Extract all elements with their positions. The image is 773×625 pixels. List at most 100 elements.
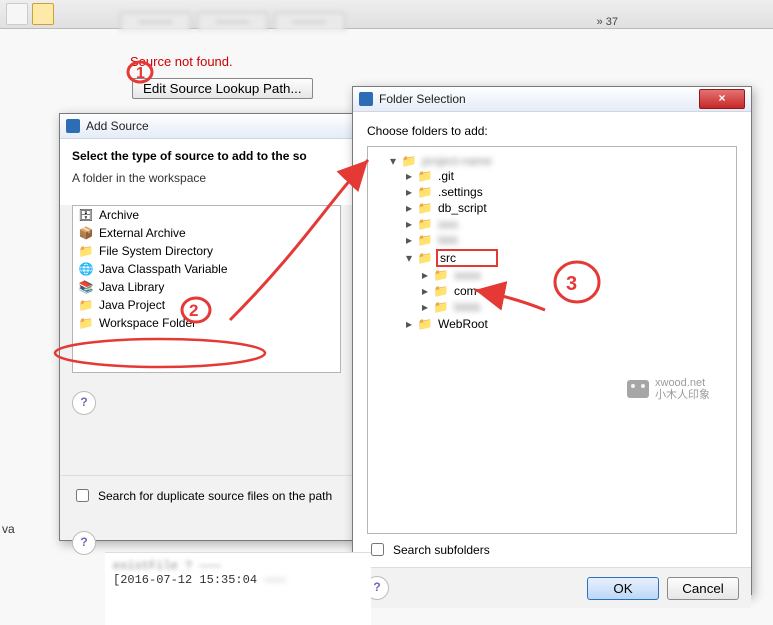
- help-icon[interactable]: ?: [72, 531, 96, 555]
- add-source-dialog: Add Source Select the type of source to …: [59, 113, 354, 541]
- list-item-java-classpath-variable[interactable]: Java Classpath Variable: [73, 260, 340, 278]
- collapse-icon[interactable]: ▾: [404, 251, 414, 265]
- tree-node[interactable]: ▸ db_script: [404, 201, 489, 215]
- tree-node-label: db_script: [436, 201, 489, 215]
- tree-node-label: src: [436, 249, 498, 267]
- help-icon[interactable]: ?: [72, 391, 96, 415]
- left-edge-label: va: [2, 522, 15, 536]
- top-toolbar: [0, 0, 773, 29]
- list-item-label: Workspace Folder: [99, 316, 196, 330]
- robot-icon: [627, 380, 649, 398]
- folder-icon: [79, 316, 93, 330]
- dialog-button-row: ? OK Cancel: [353, 567, 751, 608]
- tree-node[interactable]: ▸ .git: [404, 169, 456, 183]
- folder-icon: [418, 217, 432, 231]
- tree-node[interactable]: ▸ bbbb: [420, 300, 483, 314]
- folder-icon: [418, 185, 432, 199]
- console-line: [2016-07-12 15:35:04: [113, 573, 257, 587]
- folder-icon: [418, 169, 432, 183]
- expand-icon[interactable]: ▸: [420, 284, 430, 298]
- tree-node-label: .settings: [436, 185, 485, 199]
- toolbar-button-1[interactable]: [6, 3, 28, 25]
- close-button[interactable]: ×: [699, 89, 745, 109]
- collapse-icon[interactable]: ▾: [388, 154, 398, 168]
- library-icon: [79, 280, 93, 294]
- folder-icon: [79, 244, 93, 258]
- list-item-label: Java Project: [99, 298, 165, 312]
- expand-icon[interactable]: ▸: [404, 233, 414, 247]
- tree-node-label: com: [452, 284, 479, 298]
- list-item-java-project[interactable]: Java Project: [73, 296, 340, 314]
- tree-node[interactable]: ▸ aaaa: [420, 268, 483, 282]
- tree-node-label: aaa: [436, 217, 460, 231]
- list-item-label: Java Library: [99, 280, 164, 294]
- edit-source-lookup-button[interactable]: Edit Source Lookup Path...: [132, 78, 313, 99]
- editor-tab[interactable]: ———: [120, 12, 191, 31]
- folder-icon: [402, 154, 416, 168]
- editor-tabs: ——— ——— ———: [120, 12, 345, 31]
- list-item-label: Archive: [99, 208, 139, 222]
- search-subfolders-checkbox[interactable]: [371, 543, 384, 556]
- expand-icon[interactable]: ▸: [404, 185, 414, 199]
- folder-icon: [434, 284, 448, 298]
- tree-node-label: aaaa: [452, 268, 483, 282]
- tree-node-label: bbb: [436, 233, 460, 247]
- source-type-list[interactable]: Archive External Archive File System Dir…: [72, 205, 341, 373]
- list-item-external-archive[interactable]: External Archive: [73, 224, 340, 242]
- list-item-workspace-folder[interactable]: Workspace Folder: [73, 314, 340, 332]
- duplicate-search-checkbox[interactable]: [76, 489, 89, 502]
- expand-icon[interactable]: ▸: [404, 169, 414, 183]
- tree-node[interactable]: ▸ aaa: [404, 217, 460, 231]
- search-subfolders-label: Search subfolders: [393, 543, 490, 557]
- watermark-text: 小木人印象: [655, 389, 710, 401]
- duplicate-search-row: Search for duplicate source files on the…: [60, 475, 353, 509]
- list-item-label: External Archive: [99, 226, 186, 240]
- tree-node-root[interactable]: ▾ project-name: [388, 154, 494, 168]
- cancel-button[interactable]: Cancel: [667, 577, 739, 600]
- list-item-label: File System Directory: [99, 244, 213, 258]
- watermark: xwood.net 小木人印象: [627, 377, 710, 401]
- expand-icon[interactable]: ▸: [404, 317, 414, 331]
- tree-node[interactable]: ▸ com: [420, 284, 479, 298]
- folder-icon: [418, 317, 432, 331]
- tree-node[interactable]: ▸ .settings: [404, 185, 485, 199]
- expand-icon[interactable]: ▸: [404, 217, 414, 231]
- ok-button[interactable]: OK: [587, 577, 659, 600]
- dialog-titlebar: Add Source: [60, 114, 353, 139]
- list-item-label: Java Classpath Variable: [99, 262, 228, 276]
- app-icon: [66, 119, 80, 133]
- tree-node-src[interactable]: ▾ src: [404, 249, 498, 267]
- tree-node-label: WebRoot: [436, 317, 490, 331]
- dialog-titlebar: Folder Selection ×: [353, 87, 751, 112]
- external-archive-icon: [79, 226, 93, 240]
- folder-tree[interactable]: ▾ project-name ▸ .git ▸ .settings ▸ db_scri…: [367, 146, 737, 534]
- toolbar-button-2[interactable]: [32, 3, 54, 25]
- source-not-found-msg: Source not found.: [130, 54, 233, 69]
- list-item-file-system-directory[interactable]: File System Directory: [73, 242, 340, 260]
- folder-icon: [434, 268, 448, 282]
- app-icon: [359, 92, 373, 106]
- tree-node[interactable]: ▸ WebRoot: [404, 317, 490, 331]
- tree-node-label: bbbb: [452, 300, 483, 314]
- dialog-title: Folder Selection: [379, 92, 466, 106]
- dialog-subheading: A folder in the workspace: [72, 171, 341, 185]
- globe-icon: [79, 262, 93, 276]
- editor-tab[interactable]: ———: [274, 12, 345, 31]
- console-output: existFile ? ——— [2016-07-12 15:35:04 ———: [105, 552, 371, 625]
- duplicate-search-label: Search for duplicate source files on the…: [98, 489, 332, 503]
- folder-icon: [418, 201, 432, 215]
- expand-icon[interactable]: ▸: [404, 201, 414, 215]
- dialog-heading: Select the type of source to add to the …: [72, 149, 341, 163]
- watermark-text: xwood.net: [655, 377, 710, 389]
- folder-icon: [418, 251, 432, 265]
- choose-label: Choose folders to add:: [367, 124, 737, 138]
- editor-tab[interactable]: ———: [197, 12, 268, 31]
- expand-icon[interactable]: ▸: [420, 300, 430, 314]
- tree-node-label: .git: [436, 169, 456, 183]
- tree-node[interactable]: ▸ bbb: [404, 233, 460, 247]
- dialog-title: Add Source: [86, 119, 149, 133]
- list-item-archive[interactable]: Archive: [73, 206, 340, 224]
- list-item-java-library[interactable]: Java Library: [73, 278, 340, 296]
- archive-icon: [79, 208, 93, 222]
- expand-icon[interactable]: ▸: [420, 268, 430, 282]
